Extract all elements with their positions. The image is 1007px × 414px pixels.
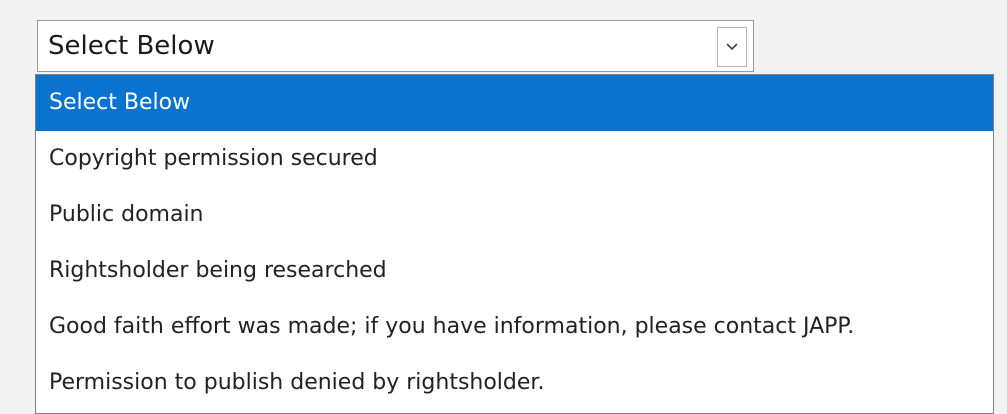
select-current-value: Select Below — [48, 31, 215, 61]
option-select-below[interactable]: Select Below — [36, 75, 993, 131]
option-good-faith-effort[interactable]: Good faith effort was made; if you have … — [36, 299, 993, 355]
rights-status-select[interactable]: Select Below — [37, 20, 754, 72]
dropdown-options-list: Select Below Copyright permission secure… — [35, 74, 994, 414]
option-public-domain[interactable]: Public domain — [36, 187, 993, 243]
dropdown-toggle-button[interactable] — [717, 27, 747, 67]
option-permission-denied[interactable]: Permission to publish denied by rightsho… — [36, 355, 993, 411]
chevron-down-icon — [726, 43, 738, 51]
option-copyright-permission-secured[interactable]: Copyright permission secured — [36, 131, 993, 187]
option-rightsholder-being-researched[interactable]: Rightsholder being researched — [36, 243, 993, 299]
